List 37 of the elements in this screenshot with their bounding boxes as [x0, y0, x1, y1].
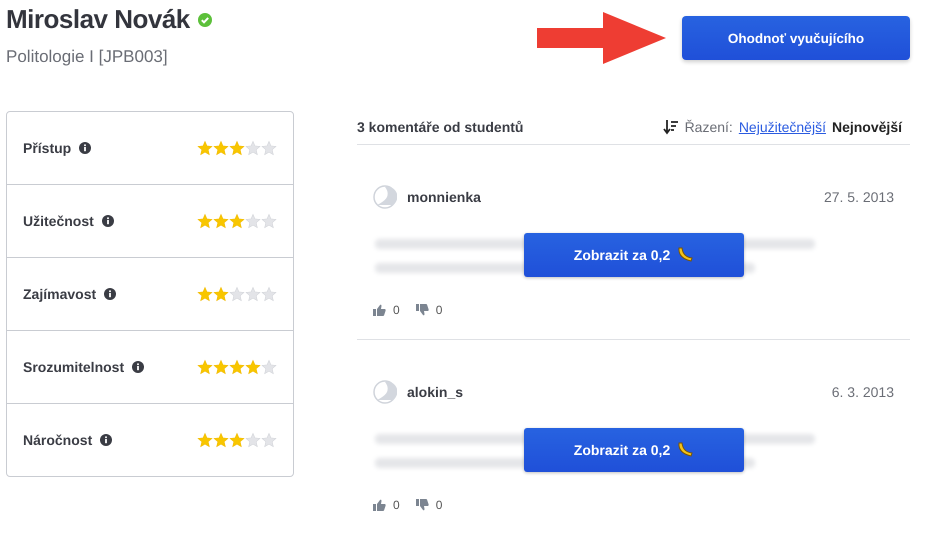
avatar-icon	[373, 380, 397, 404]
sort-label: Řazení:	[684, 119, 733, 135]
info-icon[interactable]	[100, 434, 112, 446]
comment-date: 6. 3. 2013	[832, 384, 894, 400]
thumbs-up-icon[interactable]	[373, 304, 386, 316]
info-icon[interactable]	[102, 215, 114, 227]
info-icon[interactable]	[79, 142, 92, 154]
like-count: 0	[393, 303, 400, 317]
sort-option[interactable]: Nejužitečnější	[738, 119, 826, 135]
unlock-button[interactable]: Zobrazit za 0,2	[524, 428, 744, 472]
thumbs-up-icon[interactable]	[373, 499, 386, 511]
unlock-button[interactable]: Zobrazit za 0,2	[524, 233, 744, 277]
banana-icon	[676, 441, 694, 459]
rating-label: Náročnost	[23, 432, 92, 448]
rate-teacher-button[interactable]: Ohodnoť vyučujícího	[682, 16, 910, 60]
comments-count: 3 komentáře od studentů	[357, 119, 524, 135]
banana-icon	[676, 246, 694, 264]
sort-option[interactable]: Nejnovější	[832, 119, 902, 135]
rating-label: Přístup	[23, 140, 72, 156]
teacher-name: Miroslav Novák	[6, 4, 190, 35]
dislike-count: 0	[436, 498, 442, 512]
comment-author: monnienka	[407, 189, 481, 205]
thumbs-down-icon[interactable]	[416, 499, 429, 511]
dislike-count: 0	[436, 303, 442, 317]
comment-author: alokin_s	[407, 384, 464, 400]
course-name: Politologie I [JPB003]	[6, 47, 169, 67]
rating-label: Zajímavost	[23, 286, 96, 302]
rating-label: Srozumitelnost	[23, 359, 124, 375]
sort-icon[interactable]	[662, 119, 679, 135]
comment-date: 27. 5. 2013	[824, 189, 894, 205]
like-count: 0	[393, 498, 400, 512]
info-icon[interactable]	[104, 288, 116, 300]
avatar-icon	[373, 185, 397, 209]
info-icon[interactable]	[132, 361, 144, 373]
thumbs-down-icon[interactable]	[416, 304, 429, 316]
arrow-icon	[537, 12, 666, 64]
rating-label: Užitečnost	[23, 213, 94, 229]
